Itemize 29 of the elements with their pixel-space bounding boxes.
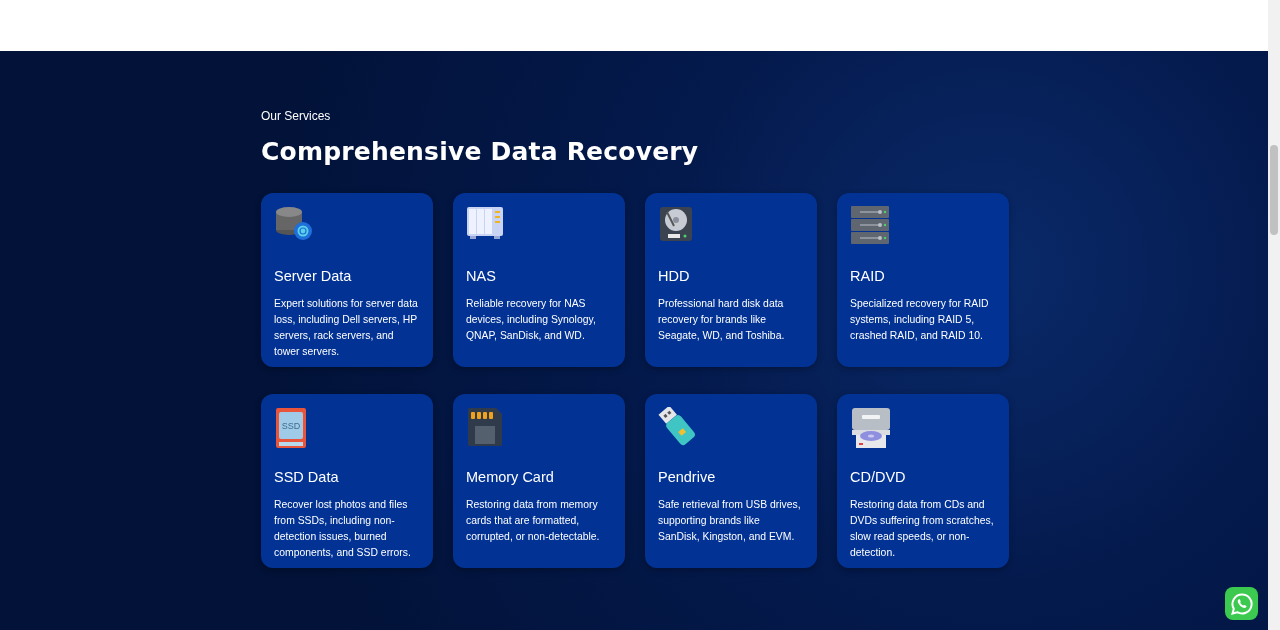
service-title: SSD Data [274, 469, 340, 485]
service-title: Server Data [274, 268, 353, 284]
scrollbar-thumb[interactable] [1270, 145, 1278, 235]
service-description: Professional hard disk data recovery for brands like Seagate, WD, and Toshiba. [658, 297, 786, 343]
server-rack-icon [850, 206, 890, 246]
service-description: Restoring data from memory cards that are formatted, corrupted, or non-detectable. [466, 498, 601, 544]
service-title: NAS [466, 268, 497, 284]
service-title: HDD [658, 268, 691, 284]
chat-button[interactable] [1225, 587, 1258, 620]
chat-bubble-icon [1229, 591, 1254, 616]
service-description: Recover lost photos and files from SSDs, including non-detection issues, burned components, and SSD errors. [274, 498, 412, 560]
service-title: CD/DVD [850, 469, 907, 485]
service-description: Safe retrieval from USB drives, supporting brands like SanDisk, Kingston, and EVM. [658, 498, 802, 544]
service-description: Restoring data from CDs and DVDs suffering from scratches, slow read speeds, or non-detection. [850, 498, 995, 560]
usb-drive-icon [658, 407, 698, 447]
service-description: Expert solutions for server data loss, including Dell servers, HP servers, rack servers, and tower servers. [274, 297, 419, 359]
scrollbar[interactable] [1268, 0, 1280, 630]
section-title: Comprehensive Data Recovery [261, 137, 700, 166]
service-title: Pendrive [658, 469, 717, 485]
service-description: Reliable recovery for NAS devices, including Synology, QNAP, SanDisk, and WD. [466, 297, 597, 343]
memory-card-icon [466, 407, 504, 447]
ssd-icon: SSD [274, 407, 308, 449]
section-eyebrow: Our Services [261, 109, 332, 123]
database-gear-icon [274, 206, 314, 242]
disc-drive-icon [850, 407, 892, 449]
service-title: Memory Card [466, 469, 555, 485]
nas-icon [466, 206, 504, 240]
service-title: RAID [850, 268, 886, 284]
service-description: Specialized recovery for RAID systems, including RAID 5, crashed RAID, and RAID 10. [850, 297, 990, 343]
